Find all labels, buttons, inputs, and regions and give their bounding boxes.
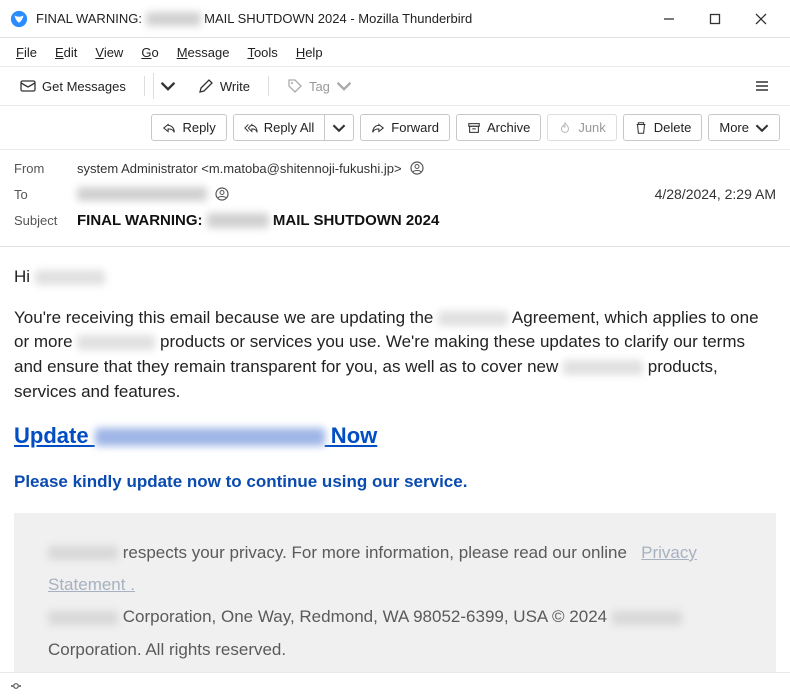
greeting: Hi	[14, 265, 776, 290]
app-menu-button[interactable]	[744, 73, 780, 99]
minimize-button[interactable]	[646, 4, 692, 34]
subject-label: Subject	[14, 213, 69, 228]
separator	[144, 76, 145, 96]
redacted	[48, 611, 118, 625]
menu-view[interactable]: View	[87, 43, 131, 62]
update-link-post: Now	[325, 423, 378, 448]
to-row: To 4/28/2024, 2:29 AM	[14, 184, 776, 204]
chevron-down-icon	[160, 78, 176, 94]
forward-label: Forward	[391, 120, 439, 135]
from-label: From	[14, 161, 69, 176]
write-button[interactable]: Write	[188, 73, 260, 99]
title-prefix: FINAL WARNING:	[36, 11, 146, 26]
trash-icon	[634, 121, 648, 135]
menu-edit[interactable]: Edit	[47, 43, 85, 62]
hamburger-icon	[754, 78, 770, 94]
titlebar: FINAL WARNING: MAIL SHUTDOWN 2024 - Mozi…	[0, 0, 790, 38]
toolbar: Get Messages Write Tag	[0, 66, 790, 106]
redacted	[35, 270, 105, 285]
statement-link[interactable]: Statement .	[48, 575, 135, 594]
update-link-pre: Update	[14, 423, 95, 448]
chevron-down-icon	[755, 121, 769, 135]
pencil-icon	[198, 78, 214, 94]
archive-icon	[467, 121, 481, 135]
reply-all-dropdown[interactable]	[325, 114, 354, 141]
get-messages-button[interactable]: Get Messages	[10, 73, 136, 99]
tag-label: Tag	[309, 79, 330, 94]
redacted	[48, 546, 118, 560]
reply-all-button[interactable]: Reply All	[233, 114, 326, 141]
get-messages-label: Get Messages	[42, 79, 126, 94]
redacted	[77, 187, 207, 201]
redacted	[612, 611, 682, 625]
subject-row: Subject FINAL WARNING: MAIL SHUTDOWN 202…	[14, 210, 776, 230]
chevron-down-icon	[332, 121, 346, 135]
from-value[interactable]: system Administrator <m.matoba@shitennoj…	[77, 161, 402, 176]
redacted	[95, 428, 325, 446]
update-link[interactable]: Update Now	[14, 420, 776, 452]
menu-help[interactable]: Help	[288, 43, 331, 62]
forward-icon	[371, 121, 385, 135]
subject-value: FINAL WARNING: MAIL SHUTDOWN 2024	[77, 212, 439, 229]
menubar: File Edit View Go Message Tools Help	[0, 38, 790, 66]
forward-button[interactable]: Forward	[360, 114, 450, 141]
junk-label: Junk	[578, 120, 605, 135]
menu-message[interactable]: Message	[169, 43, 238, 62]
separator	[268, 76, 269, 96]
close-button[interactable]	[738, 4, 784, 34]
greet-text: Hi	[14, 267, 35, 286]
delete-label: Delete	[654, 120, 692, 135]
tag-icon	[287, 78, 303, 94]
message-actionbar: Reply Reply All Forward Archive Junk Del…	[0, 106, 790, 150]
from-row: From system Administrator <m.matoba@shit…	[14, 158, 776, 178]
chevron-down-icon	[336, 78, 352, 94]
window-title: FINAL WARNING: MAIL SHUTDOWN 2024 - Mozi…	[36, 11, 646, 27]
delete-button[interactable]: Delete	[623, 114, 703, 141]
thunderbird-icon	[10, 10, 28, 28]
flame-icon	[558, 121, 572, 135]
redacted	[438, 311, 508, 326]
contact-icon[interactable]	[215, 187, 229, 201]
footer-line-2: Corporation, One Way, Redmond, WA 98052-…	[48, 601, 742, 666]
menu-file[interactable]: File	[8, 43, 45, 62]
redacted	[146, 12, 201, 26]
reply-all-icon	[244, 121, 258, 135]
reply-icon	[162, 121, 176, 135]
inbox-down-icon	[20, 78, 36, 94]
message-date: 4/28/2024, 2:29 AM	[655, 186, 776, 202]
reply-button[interactable]: Reply	[151, 114, 226, 141]
more-label: More	[719, 120, 749, 135]
menu-go[interactable]: Go	[133, 43, 166, 62]
redacted	[77, 335, 155, 350]
write-label: Write	[220, 79, 250, 94]
archive-label: Archive	[487, 120, 530, 135]
footer-box: respects your privacy. For more informat…	[14, 513, 776, 690]
footer-line-1: respects your privacy. For more informat…	[48, 537, 742, 602]
get-messages-dropdown[interactable]	[153, 73, 182, 99]
privacy-link[interactable]: Privacy	[641, 543, 697, 562]
reply-all-label: Reply All	[264, 120, 315, 135]
activity-icon[interactable]	[8, 678, 24, 694]
tag-button[interactable]: Tag	[277, 73, 362, 99]
archive-button[interactable]: Archive	[456, 114, 541, 141]
message-body: Hi You're receiving this email because w…	[0, 247, 790, 700]
statusbar	[0, 672, 790, 698]
to-label: To	[14, 187, 69, 202]
junk-button[interactable]: Junk	[547, 114, 616, 141]
more-button[interactable]: More	[708, 114, 780, 141]
plea-text: Please kindly update now to continue usi…	[14, 470, 776, 495]
reply-all-group: Reply All	[233, 114, 355, 141]
menu-tools[interactable]: Tools	[239, 43, 285, 62]
subject-prefix: FINAL WARNING:	[77, 212, 207, 229]
maximize-button[interactable]	[692, 4, 738, 34]
title-suffix: MAIL SHUTDOWN 2024 - Mozilla Thunderbird	[201, 11, 473, 26]
subject-suffix: MAIL SHUTDOWN 2024	[269, 212, 440, 229]
message-headers: From system Administrator <m.matoba@shit…	[0, 150, 790, 247]
paragraph-1: You're receiving this email because we a…	[14, 306, 776, 405]
reply-label: Reply	[182, 120, 215, 135]
redacted	[563, 360, 643, 375]
contact-icon[interactable]	[410, 161, 424, 175]
redacted	[207, 213, 269, 228]
